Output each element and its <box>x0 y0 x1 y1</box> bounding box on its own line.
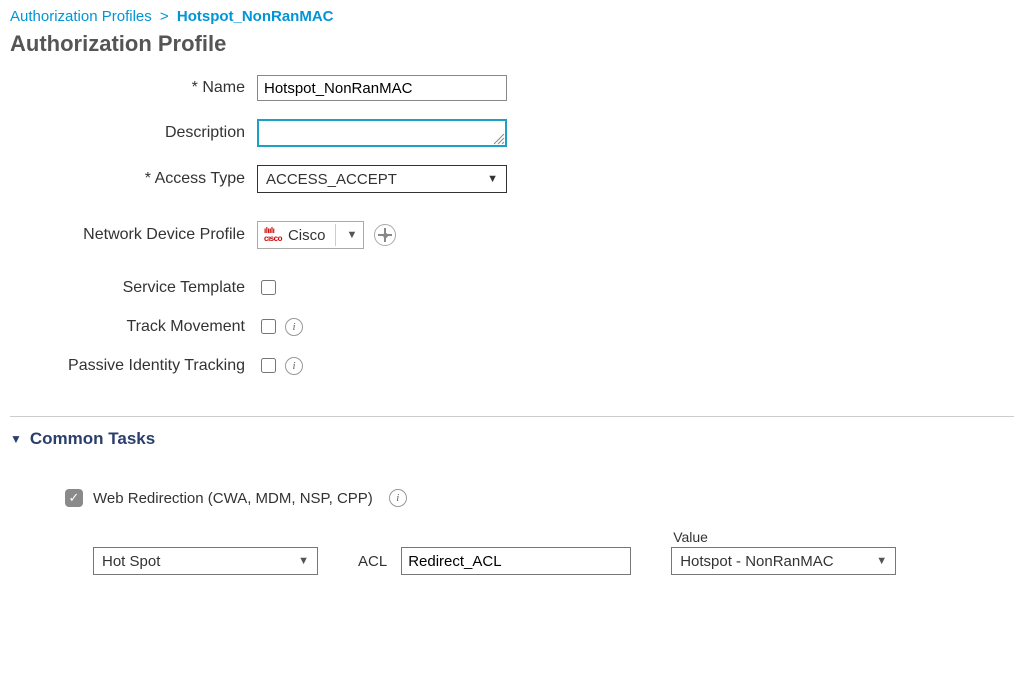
ndp-label: Network Device Profile <box>10 226 257 244</box>
info-icon[interactable]: i <box>389 489 407 507</box>
passive-identity-checkbox[interactable] <box>261 358 276 373</box>
info-icon[interactable]: i <box>285 318 303 336</box>
description-label: Description <box>10 124 257 142</box>
ndp-value: Cisco <box>288 227 326 244</box>
breadcrumb: Authorization Profiles > Hotspot_NonRanM… <box>10 8 1014 25</box>
row-web-redirection: ✓ Web Redirection (CWA, MDM, NSP, CPP) i <box>65 489 1014 507</box>
chevron-down-icon: ▼ <box>876 555 887 567</box>
acl-input[interactable] <box>401 547 631 575</box>
common-tasks-title: Common Tasks <box>30 429 155 449</box>
chevron-down-icon: ▼ <box>346 229 357 241</box>
value-select-value: Hotspot - NonRanMAC <box>680 553 833 570</box>
value-label: Value <box>671 529 896 545</box>
row-service-template: Service Template <box>10 277 1014 298</box>
passive-identity-label: Passive Identity Tracking <box>10 357 257 375</box>
info-icon[interactable]: i <box>285 357 303 375</box>
track-movement-label: Track Movement <box>10 318 257 336</box>
name-label: * Name <box>10 79 257 97</box>
access-type-select[interactable]: ACCESS_ACCEPT ▼ <box>257 165 507 193</box>
description-input[interactable] <box>257 119 507 147</box>
web-redirection-checkbox[interactable]: ✓ <box>65 489 83 507</box>
access-type-label: * Access Type <box>10 170 257 188</box>
row-description: Description <box>10 119 1014 147</box>
redirect-type-value: Hot Spot <box>102 553 160 570</box>
collapse-arrow-icon: ▼ <box>10 432 22 446</box>
section-common-tasks: ▼ Common Tasks ✓ Web Redirection (CWA, M… <box>10 416 1014 575</box>
common-tasks-header[interactable]: ▼ Common Tasks <box>10 429 1014 449</box>
breadcrumb-parent[interactable]: Authorization Profiles <box>10 8 152 25</box>
cisco-logo-icon: ılıılıcısco <box>264 227 282 243</box>
row-network-device-profile: Network Device Profile ılıılıcısco Cisco… <box>10 221 1014 249</box>
ndp-select[interactable]: ılıılıcısco Cisco ▼ <box>257 221 364 249</box>
service-template-checkbox[interactable] <box>261 280 276 295</box>
page-title: Authorization Profile <box>10 31 1014 57</box>
chevron-down-icon: ▼ <box>298 555 309 567</box>
chevron-down-icon: ▼ <box>487 173 498 185</box>
value-select[interactable]: Hotspot - NonRanMAC ▼ <box>671 547 896 575</box>
redirect-type-select[interactable]: Hot Spot ▼ <box>93 547 318 575</box>
web-redirection-controls: Hot Spot ▼ ACL Value Hotspot - NonRanMAC… <box>65 529 1014 575</box>
scope-icon[interactable] <box>374 224 396 246</box>
row-name: * Name <box>10 75 1014 101</box>
web-redirection-label: Web Redirection (CWA, MDM, NSP, CPP) <box>93 490 373 507</box>
track-movement-checkbox[interactable] <box>261 319 276 334</box>
service-template-label: Service Template <box>10 279 257 297</box>
row-track-movement: Track Movement i <box>10 316 1014 337</box>
row-passive-identity: Passive Identity Tracking i <box>10 355 1014 376</box>
acl-group: ACL <box>358 547 631 575</box>
acl-label: ACL <box>358 553 387 570</box>
access-type-value: ACCESS_ACCEPT <box>266 171 397 188</box>
name-input[interactable] <box>257 75 507 101</box>
row-access-type: * Access Type ACCESS_ACCEPT ▼ <box>10 165 1014 193</box>
value-group: Value Hotspot - NonRanMAC ▼ <box>671 529 896 575</box>
divider <box>335 224 336 246</box>
breadcrumb-current: Hotspot_NonRanMAC <box>177 8 334 25</box>
breadcrumb-separator: > <box>160 8 169 25</box>
